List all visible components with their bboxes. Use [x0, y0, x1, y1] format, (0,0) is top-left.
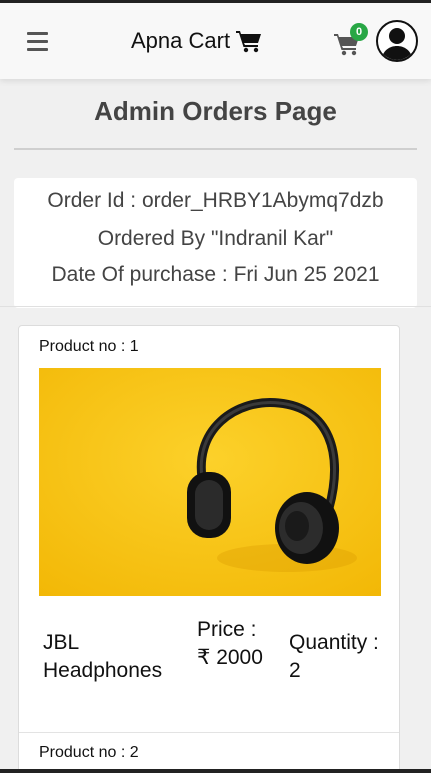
app-frame: Apna Cart 0 Admin Orders Page Order Id:…: [0, 0, 431, 773]
brand-name: Apna Cart: [131, 28, 231, 53]
brand-logo[interactable]: Apna Cart: [131, 25, 262, 57]
title-divider: [14, 148, 417, 150]
page-title: Admin Orders Page: [94, 96, 337, 126]
user-avatar-icon[interactable]: [376, 20, 418, 62]
order-products-list: Product no : 1 JBL Headphones Price: ₹ …: [18, 325, 400, 773]
brand-cart-icon: [236, 31, 262, 53]
ordered-by: Ordered By "Indranil Kar": [97, 227, 334, 250]
navbar: Apna Cart 0: [0, 3, 431, 79]
purchase-date: Date Of purchase : Fri Jun 25 2021: [51, 263, 380, 286]
order-summary-card: Order Id : order_HRBY1Abymq7dzb Ordered …: [14, 178, 417, 308]
product-quantity: Quantity : 2: [289, 631, 379, 682]
product-divider: [19, 732, 399, 733]
product-image: [39, 368, 381, 596]
cart-button[interactable]: 0: [334, 23, 368, 57]
product-name: JBL Headphones: [43, 631, 163, 682]
order-id: Order Id : order_HRBY1Abymq7dzb: [47, 189, 384, 212]
product-price: Price : ₹ 2000: [197, 618, 263, 669]
hamburger-menu-icon[interactable]: [27, 32, 48, 51]
cart-count-badge: 0: [350, 23, 368, 41]
product-number: Product no : 1: [39, 338, 139, 355]
product-number: Product no : 2: [39, 744, 139, 761]
order-divider: [0, 306, 431, 307]
